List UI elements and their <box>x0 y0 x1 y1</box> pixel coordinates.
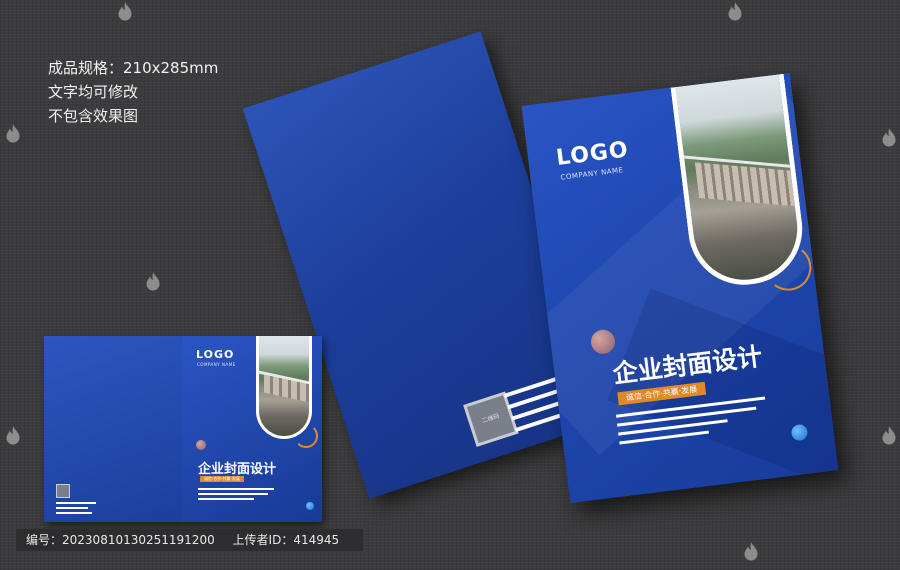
cover-title: 企业封面设计 <box>198 462 277 477</box>
spread-back <box>44 336 182 522</box>
company-name: COMPANY NAME <box>197 362 236 367</box>
watermark-icon <box>0 424 26 450</box>
text-line-placeholder <box>56 507 88 509</box>
watermark-icon <box>140 270 166 296</box>
cover-slogan: 诚信·合作·共赢·发展 <box>200 476 244 482</box>
photo-bridge <box>695 162 806 208</box>
spec-editable: 文字均可修改 <box>48 83 139 101</box>
uploader-label: 上传者ID： <box>232 533 294 547</box>
photo-bridge <box>264 374 309 404</box>
front-cover: LOGO COMPANY NAME 企业封面设计 诚信·合作·共赢·发展 <box>521 73 839 503</box>
decorative-ring <box>294 424 318 448</box>
logo-text: LOGO <box>196 348 235 361</box>
watermark-icon <box>0 122 26 148</box>
watermark-icon <box>112 0 138 26</box>
spread-front: LOGO COMPANY NAME 企业封面设计 诚信·合作·共赢·发展 <box>182 336 322 522</box>
text-line-placeholder <box>198 498 254 500</box>
watermark-icon <box>722 0 748 26</box>
qr-code-placeholder: 二维码 <box>463 391 519 447</box>
spec-text: 成品规格：210x285mm 文字均可修改 不包含效果图 <box>48 56 218 128</box>
text-line-placeholder <box>56 502 96 504</box>
watermark-icon <box>876 126 900 152</box>
watermark-icon <box>738 540 764 566</box>
spec-excludes: 不包含效果图 <box>48 107 139 125</box>
id-label: 编号： <box>26 533 63 547</box>
watermark-icon <box>876 424 900 450</box>
text-line-placeholder <box>56 512 92 514</box>
uploader-value: 414945 <box>293 533 340 547</box>
qr-label: 二维码 <box>481 412 501 425</box>
cover-spread-preview: LOGO COMPANY NAME 企业封面设计 诚信·合作·共赢·发展 <box>44 336 322 522</box>
text-line-placeholder <box>198 488 274 490</box>
id-value: 20230810130251191200 <box>62 533 215 547</box>
qr-code-placeholder <box>56 484 70 498</box>
decorative-circle <box>306 502 314 510</box>
decorative-circle <box>196 440 206 450</box>
footer-info-bar: 编号：20230810130251191200 上传者ID：414945 <box>16 529 364 551</box>
spec-size: 成品规格：210x285mm <box>48 59 219 77</box>
text-line-placeholder <box>198 493 268 495</box>
